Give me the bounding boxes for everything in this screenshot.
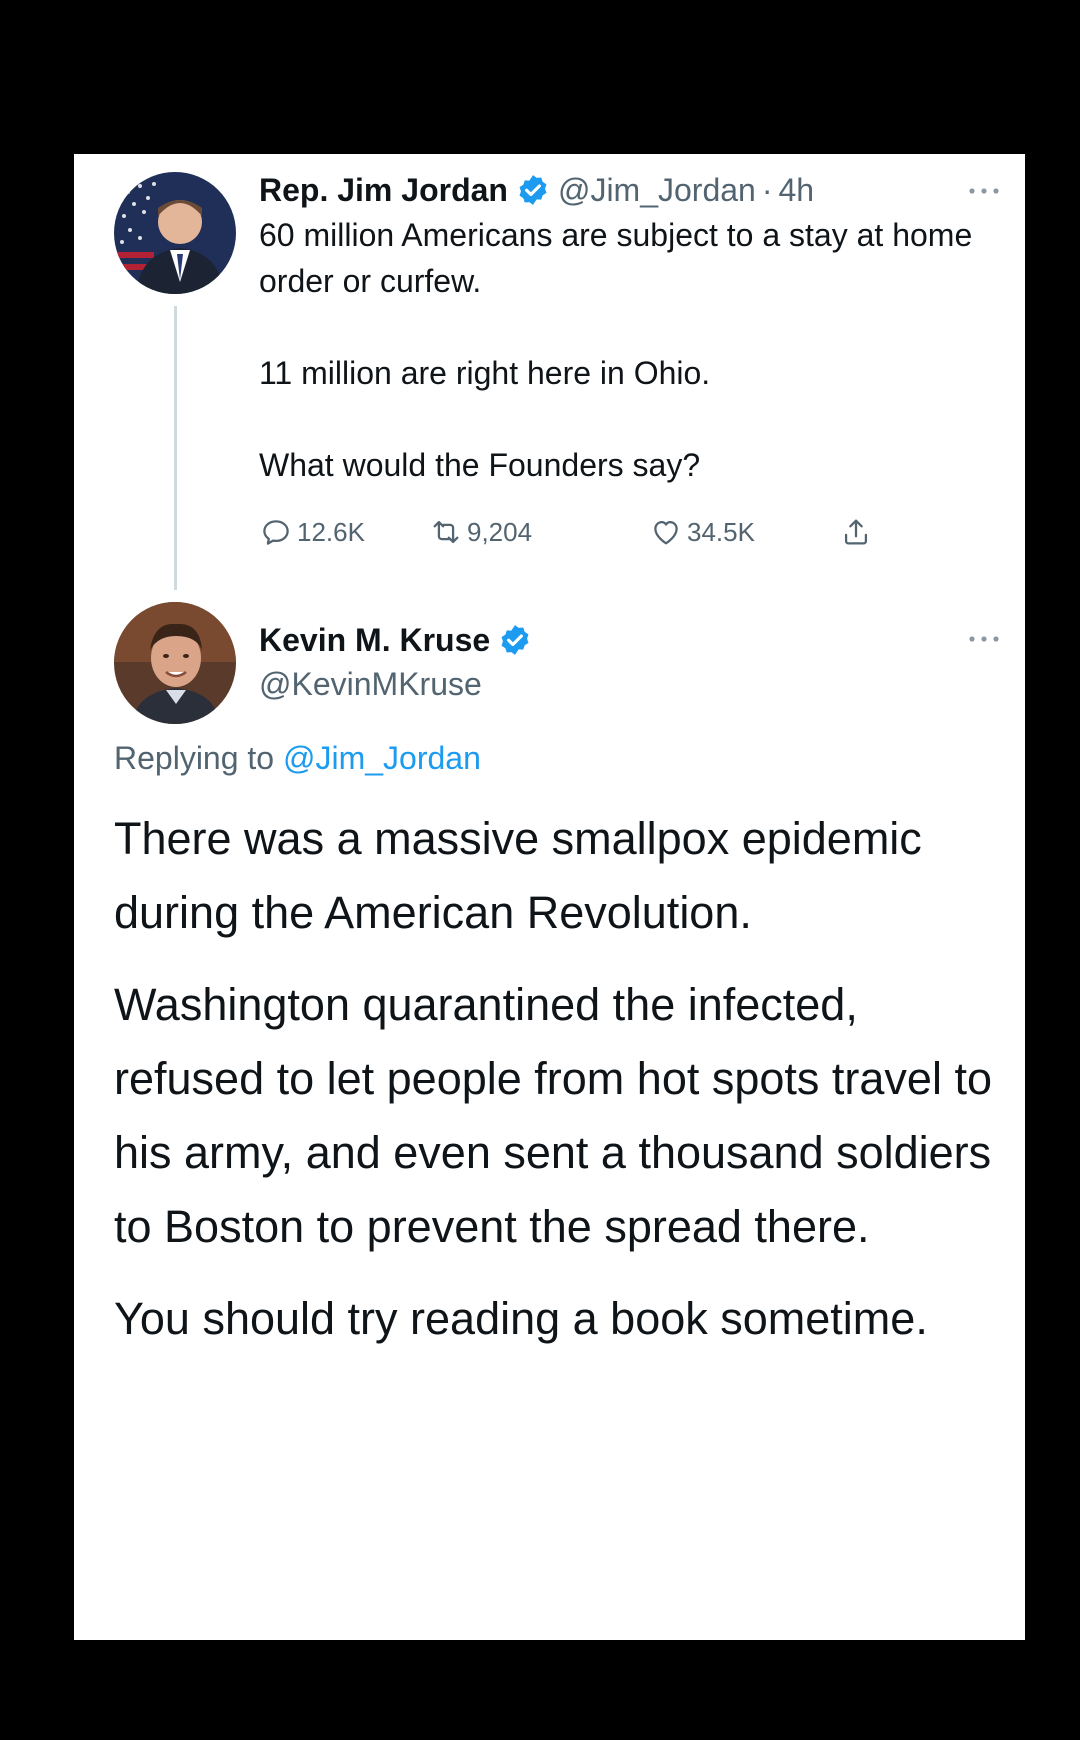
- tweet1-text: 60 million Americans are subject to a st…: [259, 212, 989, 534]
- replying-to-line: Replying to @Jim_Jordan: [114, 740, 481, 777]
- reply-icon: [263, 520, 289, 545]
- share-icon: [844, 519, 868, 545]
- verified-badge-icon: [498, 623, 532, 657]
- like-icon: [654, 520, 678, 545]
- tweet2-paragraph: There was a massive smallpox epidemic du…: [114, 813, 922, 938]
- tweet1-author-name[interactable]: Rep. Jim Jordan: [259, 172, 508, 209]
- share-button[interactable]: [839, 510, 877, 554]
- tweet2-paragraph: Washington quarantined the infected, ref…: [114, 979, 992, 1252]
- tweet1-timestamp[interactable]: 4h: [779, 172, 815, 209]
- avatar-jim-jordan[interactable]: [114, 172, 236, 294]
- replying-to-label: Replying to: [114, 740, 275, 776]
- tweet2-author-name[interactable]: Kevin M. Kruse: [259, 622, 490, 659]
- replying-to-mention-link[interactable]: @Jim_Jordan: [283, 740, 481, 776]
- like-button[interactable]: 34.5K: [649, 510, 755, 554]
- tweet1-author-handle[interactable]: @Jim_Jordan: [558, 172, 756, 209]
- tweet1-line: 11 million are right here in Ohio.: [259, 355, 711, 391]
- retweet-count: 9,204: [467, 516, 533, 547]
- tweet2-author-handle[interactable]: @KevinMKruse: [259, 666, 482, 703]
- verified-badge-icon: [516, 173, 550, 207]
- more-options-icon[interactable]: [964, 632, 1004, 646]
- thread-connector-line: [174, 306, 177, 590]
- reply-button[interactable]: 12.6K: [259, 510, 365, 554]
- avatar-kevin-kruse[interactable]: [114, 602, 236, 724]
- tweet1-action-bar: 12.6K 9,204 34.5K: [259, 510, 959, 554]
- more-options-icon[interactable]: [964, 184, 1004, 198]
- tweet2-header: Kevin M. Kruse: [259, 618, 540, 662]
- retweet-button[interactable]: 9,204: [429, 510, 532, 554]
- tweet1-line: 60 million Americans are subject to a st…: [259, 217, 973, 299]
- tweet1-separator: ·: [761, 171, 773, 208]
- tweet2-text: There was a massive smallpox epidemic du…: [114, 802, 994, 1374]
- reply-count: 12.6K: [297, 516, 365, 547]
- tweet-thread-card: Rep. Jim Jordan @Jim_Jordan · 4h 60 mill…: [74, 154, 1025, 1640]
- tweet1-line: What would the Founders say?: [259, 447, 701, 483]
- retweet-icon: [433, 520, 459, 544]
- like-count: 34.5K: [687, 516, 755, 547]
- tweet1-header: Rep. Jim Jordan @Jim_Jordan · 4h: [259, 170, 814, 210]
- tweet2-paragraph: You should try reading a book sometime.: [114, 1293, 928, 1344]
